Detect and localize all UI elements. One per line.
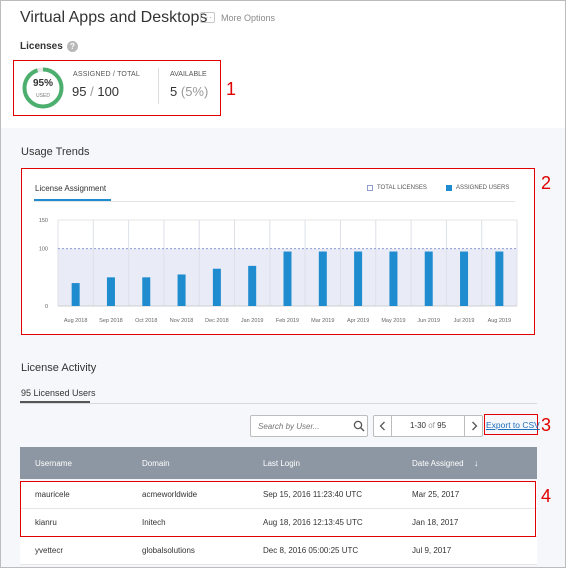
next-page-button[interactable] [464, 415, 483, 437]
column-header-date-assigned[interactable]: Date Assigned [412, 459, 464, 468]
sort-descending-icon[interactable]: ↓ [474, 458, 479, 468]
cell-last-login: Dec 8, 2016 05:00:25 UTC [263, 546, 359, 555]
column-header-last-login[interactable]: Last Login [263, 459, 300, 468]
more-options-button[interactable]: ··· More Options [200, 12, 275, 23]
more-options-icon: ··· [200, 12, 215, 23]
y-tick-label: 0 [45, 304, 48, 310]
x-tick-label: Feb 2019 [276, 318, 299, 324]
y-tick-label: 150 [39, 218, 48, 224]
search-icon[interactable] [353, 420, 365, 432]
chevron-right-icon [471, 421, 477, 431]
assigned-users-bar [354, 251, 363, 306]
available-label: AVAILABLE [170, 71, 207, 78]
assigned-users-bar [142, 277, 151, 306]
card-tab-divider [34, 201, 515, 202]
page-total: 95 [437, 421, 447, 430]
donut-used-label: USED [36, 93, 50, 99]
legend-total-licenses: TOTAL LICENSES [367, 185, 427, 191]
x-tick-label: Aug 2019 [488, 318, 512, 324]
previous-page-button[interactable] [373, 415, 392, 437]
legend-total-swatch [367, 185, 373, 191]
x-tick-label: Jun 2019 [417, 318, 440, 324]
assigned-users-bar [495, 251, 504, 306]
annotation-box-4 [20, 481, 536, 537]
tab-licensed-users[interactable]: 95 Licensed Users [21, 388, 96, 398]
x-tick-label: Jul 2019 [454, 318, 475, 324]
legend-assigned-users: ASSIGNED USERS [446, 185, 509, 191]
x-tick-label: Oct 2018 [135, 318, 157, 324]
annotation-number-4: 4 [541, 486, 552, 506]
x-tick-label: Sep 2018 [99, 318, 123, 324]
assigned-users-bar [318, 251, 327, 306]
assigned-users-bar [177, 274, 186, 306]
y-tick-label: 100 [39, 247, 48, 253]
assigned-total-label: ASSIGNED / TOTAL [73, 71, 140, 78]
x-tick-label: Mar 2019 [311, 318, 334, 324]
table-row[interactable]: yvettecr globalsolutions Dec 8, 2016 05:… [20, 537, 537, 565]
legend-total-label: TOTAL LICENSES [377, 185, 427, 191]
help-icon[interactable]: ? [67, 41, 78, 52]
licenses-heading: Licenses [20, 41, 63, 52]
license-activity-title: License Activity [21, 362, 97, 374]
available-percent: (5%) [180, 84, 209, 99]
license-assignment-chart: 150 100 0 Aug 2018 Sep 2018 Oct 2018 Nov 2018 D… [39, 218, 518, 324]
cell-username: yvettecr [35, 546, 64, 555]
tab-license-assignment[interactable]: License Assignment [35, 184, 106, 193]
user-search-input[interactable] [258, 420, 348, 433]
total-count: 100 [97, 84, 120, 99]
assigned-users-bar [283, 251, 292, 306]
assigned-users-bar [248, 265, 257, 306]
available-count: 5 [170, 84, 178, 99]
x-tick-label: Nov 2018 [170, 318, 194, 324]
assigned-users-bar [106, 277, 115, 306]
assigned-users-bar [460, 251, 469, 306]
page-of: of [428, 421, 435, 430]
chevron-left-icon [379, 421, 385, 431]
assigned-total-separator: / [90, 84, 94, 99]
legend-assigned-label: ASSIGNED USERS [456, 185, 510, 191]
usage-trends-title: Usage Trends [21, 146, 90, 158]
stats-divider [158, 68, 159, 104]
annotation-number-1: 1 [226, 79, 237, 99]
x-tick-label: Aug 2018 [64, 318, 88, 324]
column-header-username[interactable]: Username [35, 459, 72, 468]
page-title: Virtual Apps and Desktops [20, 9, 208, 26]
annotation-number-2: 2 [541, 173, 552, 193]
more-options-label: More Options [221, 12, 276, 23]
assigned-count: 95 [72, 84, 87, 99]
cell-date-assigned: Jul 9, 2017 [412, 546, 452, 555]
cell-domain: globalsolutions [142, 546, 195, 555]
page-range: 1-30 [409, 421, 426, 430]
x-tick-label: May 2019 [381, 318, 405, 324]
export-csv-link[interactable]: Export to CSV [486, 420, 540, 430]
x-tick-label: Jan 2019 [241, 318, 264, 324]
license-activity-divider [20, 403, 537, 404]
assigned-total-value: 95 / 100 [72, 84, 119, 99]
available-value: 5 (5%) [170, 84, 208, 99]
pagination-status: 1-30 of 95 [392, 421, 464, 430]
annotation-number-3: 3 [541, 415, 552, 435]
column-header-domain[interactable]: Domain [142, 459, 170, 468]
assigned-users-bar [424, 251, 433, 306]
user-search-box[interactable] [250, 415, 368, 437]
legend-assigned-swatch [446, 185, 452, 191]
assigned-users-bar [71, 283, 80, 306]
assigned-users-bar [389, 251, 398, 306]
x-tick-label: Dec 2018 [205, 318, 229, 324]
x-tick-label: Apr 2019 [347, 318, 369, 324]
assigned-users-bar [212, 268, 221, 306]
donut-percent: 95% [32, 78, 53, 89]
